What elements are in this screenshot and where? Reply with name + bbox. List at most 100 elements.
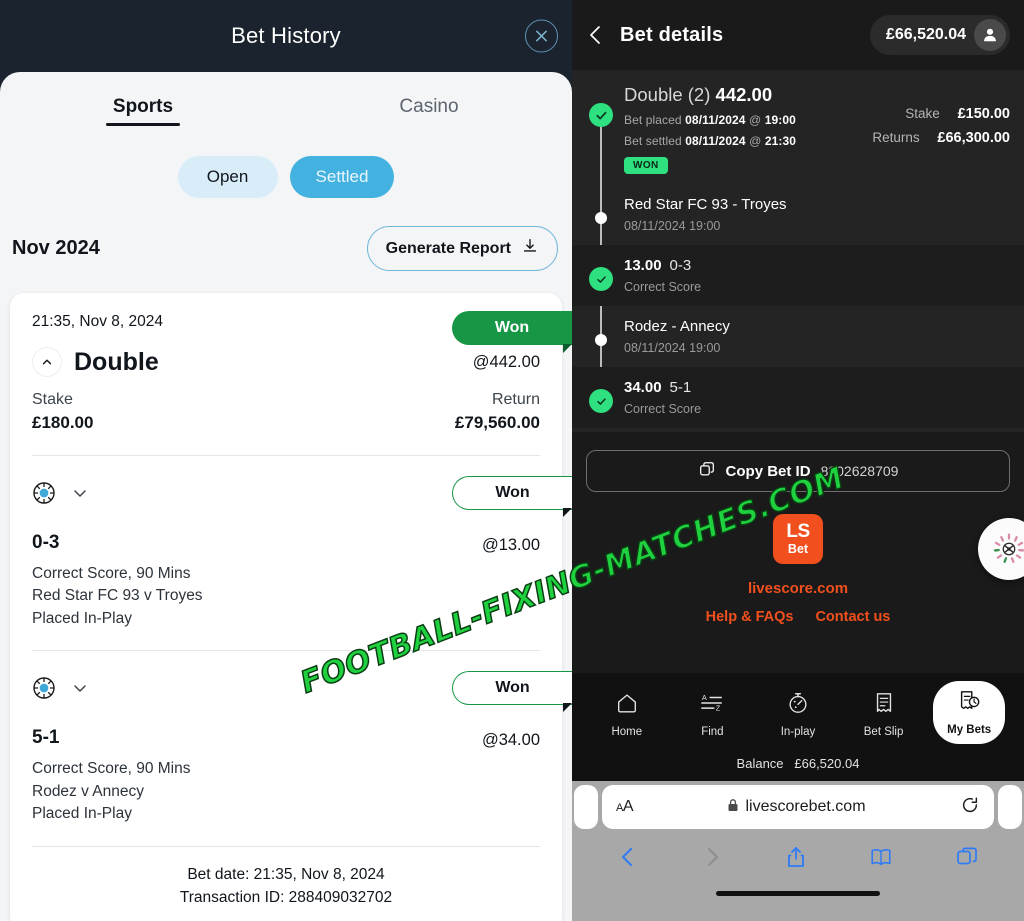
filter-open[interactable]: Open bbox=[177, 156, 278, 198]
text-size-icon[interactable]: AA bbox=[616, 798, 634, 816]
bet-settled-time: 21:30 bbox=[764, 134, 797, 148]
leg-score: 5-1 bbox=[32, 727, 60, 749]
history-tabs: Sports Casino bbox=[0, 72, 572, 126]
url-bar-row: AA livescorebet.com bbox=[572, 781, 1024, 829]
timeline-event[interactable]: Rodez - Annecy 08/11/2024 19:00 bbox=[572, 306, 1024, 367]
bet-details-panel: Bet details £66,520.04 Double (2) 442.00… bbox=[572, 0, 1024, 921]
copy-icon bbox=[698, 460, 716, 483]
stake-value: £180.00 bbox=[32, 413, 94, 432]
timeline-event[interactable]: Red Star FC 93 - Troyes 08/11/2024 19:00 bbox=[572, 184, 1024, 245]
contact-us-link[interactable]: Contact us bbox=[815, 609, 890, 625]
browser-toolbar bbox=[572, 829, 1024, 885]
check-icon bbox=[589, 267, 613, 291]
svg-text:Z: Z bbox=[716, 703, 721, 712]
leg-score: 0-3 bbox=[32, 532, 60, 553]
leg-score-row: 5-1 @34.00 bbox=[32, 707, 540, 750]
bet-details-header: Bet details £66,520.04 bbox=[572, 0, 1024, 70]
generate-report-label: Generate Report bbox=[385, 239, 511, 257]
nav-label: Find bbox=[701, 726, 724, 738]
lsbet-logo: LS Bet bbox=[773, 514, 823, 564]
nav-item-home[interactable]: Home bbox=[591, 685, 663, 738]
nav-balance-value: £66,520.04 bbox=[794, 756, 860, 771]
timeline-selection-main: 13.00 0-3 bbox=[624, 257, 1010, 274]
prev-tab-sliver[interactable] bbox=[574, 785, 598, 829]
stake-return-grid: Stake £180.00 Return £79,560.00 bbox=[32, 391, 540, 455]
chevron-down-icon[interactable] bbox=[70, 483, 90, 508]
share-icon[interactable] bbox=[785, 845, 807, 869]
leg-note: Placed In-Play bbox=[32, 609, 132, 627]
bet-details-body: Double (2) 442.00 Bet placed 08/11/2024 … bbox=[572, 70, 1024, 432]
nav-item-find[interactable]: AZ Find bbox=[676, 685, 748, 738]
bookmarks-icon[interactable] bbox=[869, 845, 893, 869]
copy-bet-id-button[interactable]: Copy Bet ID 8302628709 bbox=[586, 450, 1010, 492]
football-icon bbox=[32, 481, 56, 510]
bet-card[interactable]: 21:35, Nov 8, 2024 Won Double @442.00 St… bbox=[10, 293, 572, 921]
tab-casino[interactable]: Casino bbox=[286, 96, 572, 126]
leg-match: Rodez v Annecy bbox=[32, 782, 145, 800]
timeline-selection[interactable]: 34.00 5-1 Correct Score bbox=[572, 367, 1024, 428]
help-faqs-link[interactable]: Help & FAQs bbox=[706, 609, 794, 625]
address-bar[interactable]: AA livescorebet.com bbox=[602, 785, 994, 829]
bet-placed-label: Bet placed bbox=[624, 113, 682, 127]
nav-item-inplay[interactable]: In-play bbox=[762, 685, 834, 738]
bet-card-footer: Bet date: 21:35, Nov 8, 2024 Transaction… bbox=[10, 847, 562, 921]
won-chip: WON bbox=[624, 157, 668, 174]
stake-block: Stake £180.00 bbox=[32, 391, 93, 433]
chevron-left-icon[interactable] bbox=[586, 24, 606, 46]
bottom-nav: Home AZ Find In-play Bet Slip My Bets Ba… bbox=[572, 673, 1024, 781]
footer-transaction-id: Transaction ID: 288409032702 bbox=[179, 889, 393, 907]
bet-history-sheet: Sports Casino Open Settled Nov 2024 Gene… bbox=[0, 72, 572, 921]
summary-stake-label: Stake bbox=[905, 106, 940, 121]
reload-icon[interactable] bbox=[960, 795, 980, 820]
summary-returns-label: Returns bbox=[872, 130, 920, 145]
chevron-up-icon[interactable] bbox=[32, 347, 62, 377]
bet-history-panel: Bet History Sports Casino Open Settled N… bbox=[0, 0, 572, 921]
bet-settled-line: Bet settled 08/11/2024 @ 21:30 bbox=[624, 134, 796, 148]
at-symbol: @ bbox=[749, 113, 762, 127]
selection-market: Correct Score bbox=[624, 280, 702, 294]
footer-bet-date: Bet date: 21:35, Nov 8, 2024 bbox=[187, 865, 385, 883]
generate-report-button[interactable]: Generate Report bbox=[366, 226, 558, 271]
chevron-down-icon[interactable] bbox=[70, 678, 90, 703]
bet-leg: Won 0-3 @13.00 Correct Score, 90 Mins Re… bbox=[10, 456, 572, 650]
nav-label: In-play bbox=[780, 726, 816, 738]
leg-status-badge: Won bbox=[452, 671, 572, 713]
return-value: £79,560.00 bbox=[454, 413, 540, 432]
nav-item-betslip[interactable]: Bet Slip bbox=[848, 685, 920, 738]
nav-item-mybets[interactable]: My Bets bbox=[933, 681, 1006, 744]
football-icon bbox=[32, 676, 56, 705]
bet-type-row: Double @442.00 bbox=[32, 347, 540, 377]
summary-returns-value: £66,300.00 bbox=[937, 130, 1010, 146]
timeline-selection[interactable]: 13.00 0-3 Correct Score bbox=[572, 245, 1024, 306]
bet-odds: @442.00 bbox=[472, 352, 540, 371]
close-icon[interactable] bbox=[525, 19, 558, 53]
tabs-icon[interactable] bbox=[955, 845, 979, 869]
bet-summary-type-label: Double (2) bbox=[624, 84, 711, 105]
browser-chrome: AA livescorebet.com bbox=[572, 781, 1024, 921]
bet-card-summary: 21:35, Nov 8, 2024 Won Double @442.00 St… bbox=[10, 293, 572, 455]
home-icon bbox=[615, 691, 639, 720]
page-title: Bet History bbox=[231, 23, 341, 48]
url-text: livescorebet.com bbox=[745, 798, 866, 815]
brand-site-link[interactable]: livescore.com bbox=[572, 580, 1024, 597]
selection-market: Correct Score bbox=[624, 402, 702, 416]
balance-pill[interactable]: £66,520.04 bbox=[869, 15, 1010, 55]
timeline-dot-icon bbox=[589, 206, 613, 230]
timeline-event-title: Red Star FC 93 - Troyes bbox=[624, 196, 787, 213]
summary-stake-value: £150.00 bbox=[957, 106, 1010, 122]
check-icon bbox=[589, 389, 613, 413]
lock-icon bbox=[727, 798, 739, 817]
tab-sports[interactable]: Sports bbox=[0, 96, 286, 126]
bet-placed-time: 21:35, Nov 8, 2024 bbox=[32, 313, 163, 330]
selection-odds: 34.00 bbox=[624, 379, 662, 396]
nav-balance-label: Balance bbox=[736, 756, 784, 771]
month-row: Nov 2024 Generate Report bbox=[0, 198, 572, 271]
check-icon bbox=[589, 103, 613, 127]
leg-match: Red Star FC 93 v Troyes bbox=[32, 587, 203, 605]
bet-summary-type: Double (2) 442.00 bbox=[624, 84, 796, 106]
filter-settled[interactable]: Settled bbox=[289, 156, 395, 198]
bet-placed-date: 08/11/2024 bbox=[685, 113, 746, 127]
home-indicator bbox=[716, 891, 880, 896]
back-icon[interactable] bbox=[617, 845, 639, 869]
next-tab-sliver[interactable] bbox=[998, 785, 1022, 829]
